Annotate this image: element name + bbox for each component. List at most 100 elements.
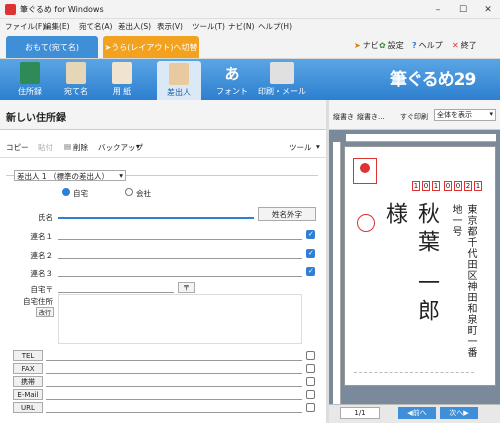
help-button[interactable]: ? ヘルプ <box>412 40 443 51</box>
view-select[interactable]: 全体を表示 ▾ <box>434 109 496 121</box>
mobile-label[interactable]: 携帯 <box>13 376 43 387</box>
next-button[interactable]: 次へ ▶ <box>440 407 478 419</box>
menu-help[interactable]: ヘルプ(H) <box>258 21 292 32</box>
chevron-down-icon[interactable]: ▾ <box>316 142 320 151</box>
tool-label: 差出人 <box>167 88 191 97</box>
settings-button[interactable]: ✿ 設定 <box>379 40 404 51</box>
prev-button[interactable]: ◀ 前へ <box>398 407 436 419</box>
fax-input[interactable] <box>46 363 302 374</box>
quick-print-button[interactable]: すぐ印刷 <box>400 112 428 122</box>
tool-print-mail[interactable]: 印刷・メール <box>256 61 308 99</box>
postal-digit: 0 <box>454 181 462 191</box>
joint-input-2[interactable] <box>58 248 302 259</box>
tab-front-address[interactable]: おもて(宛て名) <box>6 36 98 58</box>
help-label: ヘルプ <box>418 41 443 50</box>
paste-button[interactable]: 貼付 <box>38 142 53 153</box>
arrow-icon: ➤ <box>104 42 112 52</box>
tab-back-label: うら(レイアウト)へ切替 <box>111 42 198 52</box>
page-indicator: 1/1 <box>340 407 380 419</box>
font-icon: あ <box>224 64 240 83</box>
joint-checkbox-1[interactable] <box>306 230 315 239</box>
tools-button[interactable]: ツール <box>289 142 312 153</box>
fax-checkbox[interactable] <box>306 364 315 373</box>
question-icon: ? <box>412 41 417 50</box>
vertical-tab-2[interactable]: 縦書き... <box>357 112 385 122</box>
sender-select[interactable]: 差出人 1 （標準の差出人） ▾ <box>14 170 126 181</box>
postal-digit: 1 <box>474 181 482 191</box>
tool-addressee[interactable]: 宛て名 <box>54 61 98 99</box>
tel-checkbox[interactable] <box>306 351 315 360</box>
tel-label[interactable]: TEL <box>13 350 43 361</box>
menu-file[interactable]: ファイル(F) <box>5 21 45 32</box>
postal-label: 自宅〒 <box>30 285 54 294</box>
address-label: 自宅住所 <box>23 297 53 306</box>
recipient-address: 東京都千代田区神田和泉町一番地一号 <box>450 204 476 358</box>
joint-input-3[interactable] <box>58 266 302 277</box>
paper-icon <box>112 62 132 84</box>
tel-input[interactable] <box>46 350 302 361</box>
postal-input[interactable] <box>58 282 174 293</box>
recipient-name: 秋葉 一郎 様 <box>382 202 439 327</box>
email-input[interactable] <box>46 389 302 400</box>
menu-view[interactable]: 表示(V) <box>157 21 183 32</box>
tool-font[interactable]: あフォント <box>210 61 254 99</box>
gear-icon: ✿ <box>379 41 386 50</box>
menu-sender[interactable]: 差出人(S) <box>118 21 151 32</box>
newline-button[interactable]: 改行 <box>36 307 54 317</box>
joint-input-1[interactable] <box>58 229 302 240</box>
joint-checkbox-3[interactable] <box>306 267 315 276</box>
close-button[interactable]: ✕ <box>476 0 500 19</box>
trash-icon: ▤ <box>64 142 72 151</box>
tool-address-book[interactable]: 住所録 <box>8 61 52 99</box>
mobile-input[interactable] <box>46 376 302 387</box>
mobile-checkbox[interactable] <box>306 377 315 386</box>
maximize-button[interactable]: ☐ <box>451 0 475 19</box>
fax-label[interactable]: FAX <box>13 363 43 374</box>
url-label[interactable]: URL <box>13 402 43 413</box>
menu-tools[interactable]: ツール(T) <box>192 21 225 32</box>
chevron-down-icon[interactable]: ▾ <box>136 142 140 151</box>
copy-button[interactable]: コピー <box>6 142 29 153</box>
name-input[interactable] <box>58 208 254 219</box>
postcard-icon <box>66 62 86 84</box>
settings-label: 設定 <box>387 41 404 50</box>
delete-button[interactable]: 削除 <box>73 142 88 153</box>
chevron-down-icon: ▾ <box>119 171 123 180</box>
stamp-icon <box>353 158 377 184</box>
email-checkbox[interactable] <box>306 390 315 399</box>
radio-home[interactable] <box>62 188 70 196</box>
url-checkbox[interactable] <box>306 403 315 412</box>
ruler-top <box>346 134 496 142</box>
exit-button[interactable]: ✕ 終了 <box>452 40 477 51</box>
address-list-title: 新しい住所録 <box>6 113 66 124</box>
vertical-tab-1[interactable]: 縦書き <box>333 112 354 122</box>
printer-icon <box>270 62 294 84</box>
postmark-icon <box>357 214 375 232</box>
postal-lookup-button[interactable]: 〒 <box>178 282 195 293</box>
tool-label: フォント <box>216 87 248 96</box>
view-select-value: 全体を表示 <box>437 111 472 119</box>
menu-edit[interactable]: 編集(E) <box>44 21 70 32</box>
minimize-button[interactable]: – <box>426 0 450 19</box>
tab-back-layout[interactable]: ➤ うら(レイアウト)へ切替 <box>103 36 199 58</box>
menu-bar: ファイル(F) 編集(E) 宛て名(A) 差出人(S) 表示(V) ツール(T)… <box>0 19 500 33</box>
navi-button[interactable]: ➤ ナビ <box>354 40 379 51</box>
menu-navi[interactable]: ナビ(N) <box>228 21 254 32</box>
url-input[interactable] <box>46 402 302 413</box>
external-char-button[interactable]: 姓名外字 <box>258 207 316 221</box>
postal-digit: 0 <box>444 181 452 191</box>
tool-label: 用 紙 <box>112 87 132 96</box>
joint-checkbox-2[interactable] <box>306 249 315 258</box>
address-textarea[interactable] <box>58 294 302 344</box>
tool-sender[interactable]: 差出人 <box>157 61 201 100</box>
tool-paper[interactable]: 用 紙 <box>100 61 144 99</box>
menu-address[interactable]: 宛て名(A) <box>79 21 112 32</box>
radio-company[interactable] <box>125 188 133 196</box>
window-title: 筆ぐるめ for Windows <box>20 5 104 14</box>
postal-digit: 0 <box>422 181 430 191</box>
name-label: 氏名 <box>38 213 53 222</box>
postal-code-boxes: 1 0 1 0 0 2 1 <box>412 181 482 191</box>
sender-select-value: 差出人 1 （標準の差出人） <box>17 172 110 181</box>
email-label[interactable]: E-Mail <box>13 389 43 400</box>
tool-label: 住所録 <box>18 87 42 96</box>
